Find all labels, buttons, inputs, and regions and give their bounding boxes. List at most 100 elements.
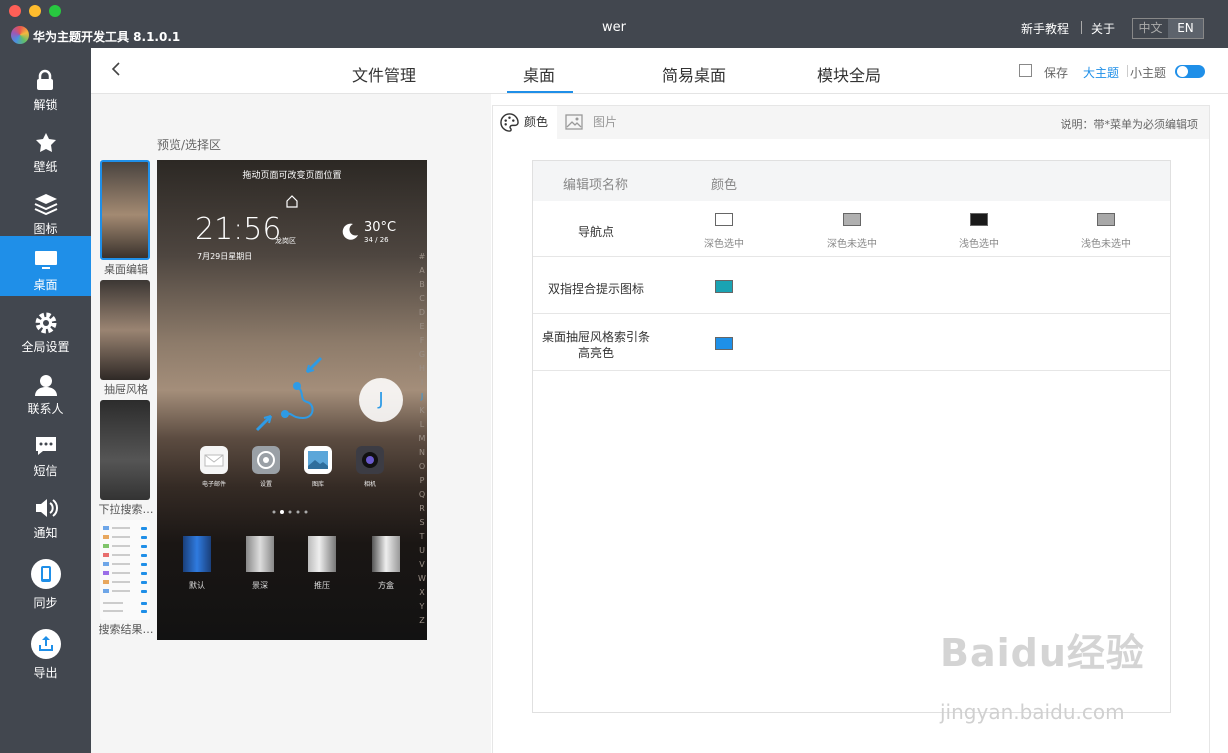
tab-image[interactable]: 图片 bbox=[560, 106, 630, 139]
alphabet-letter[interactable]: V bbox=[418, 558, 426, 572]
transition-default-option[interactable] bbox=[183, 536, 211, 572]
wallpaper-icon bbox=[36, 133, 56, 152]
alphabet-letter[interactable]: D bbox=[418, 306, 426, 320]
alphabet-letter[interactable]: C bbox=[418, 292, 426, 306]
swatch-label: 浅色未选中 bbox=[1081, 239, 1131, 250]
title-bar: 华为主题开发工具 8.1.0.1 wer 新手教程 关于 中文 EN bbox=[0, 0, 1228, 48]
pinch-gesture-icon bbox=[255, 356, 323, 432]
alphabet-letter[interactable]: R bbox=[418, 502, 426, 516]
color-swatch[interactable] bbox=[715, 337, 733, 350]
save-icon[interactable] bbox=[1019, 64, 1032, 77]
thumbnail-drawer-style[interactable] bbox=[100, 280, 150, 380]
sidebar-item-label: 导出 bbox=[33, 666, 58, 680]
thumbnail-search-results[interactable] bbox=[100, 520, 150, 620]
transition-depth-option[interactable] bbox=[246, 536, 274, 572]
alphabet-letter[interactable]: M bbox=[418, 432, 426, 446]
settings-app-icon[interactable] bbox=[252, 446, 280, 474]
app-label: 电子邮件 bbox=[201, 481, 226, 488]
sidebar-item-desktop[interactable]: 桌面 bbox=[0, 236, 91, 296]
clock-location: 龙岗区 bbox=[275, 237, 296, 245]
sidebar-item-global-settings[interactable]: 全局设置 bbox=[0, 298, 91, 358]
color-swatch[interactable] bbox=[970, 213, 988, 226]
alphabet-letter[interactable]: Q bbox=[418, 488, 426, 502]
tab-file-management[interactable]: 文件管理 bbox=[352, 62, 416, 86]
lang-cn-button[interactable]: 中文 bbox=[1133, 19, 1168, 38]
required-items-note: 说明：带*菜单为必须编辑项 bbox=[1060, 118, 1199, 131]
weather-range: 34 / 26 bbox=[364, 236, 389, 244]
alphabet-letter[interactable]: Z bbox=[418, 614, 426, 628]
alphabet-letter[interactable]: K bbox=[418, 404, 426, 418]
sidebar-item-label: 通知 bbox=[33, 526, 58, 540]
tab-simple-desktop[interactable]: 简易桌面 bbox=[662, 62, 726, 86]
alphabet-letter[interactable]: F bbox=[418, 334, 426, 348]
home-icon bbox=[286, 195, 298, 208]
save-button[interactable]: 保存 bbox=[1044, 64, 1068, 81]
chat-icon bbox=[36, 437, 56, 455]
sidebar-item-wallpaper[interactable]: 壁纸 bbox=[0, 118, 91, 178]
alphabet-index-bar[interactable]: # A B C D E F G H I J K L M N O P Q R S T U V W X Y Z bbox=[418, 250, 426, 628]
alphabet-letter[interactable]: T bbox=[418, 530, 426, 544]
sidebar-item-contacts[interactable]: 联系人 bbox=[0, 360, 91, 420]
sidebar-item-messages[interactable]: 短信 bbox=[0, 422, 91, 482]
back-button[interactable] bbox=[110, 61, 122, 82]
tab-desktop[interactable]: 桌面 bbox=[523, 62, 555, 86]
phone-preview[interactable]: 拖动页面可改变页面位置 21:56 龙岗区 7月29日星期日 30°C 34 /… bbox=[157, 160, 427, 640]
upload-icon bbox=[31, 629, 61, 659]
alphabet-letter[interactable]: Y bbox=[418, 600, 426, 614]
small-theme-option[interactable]: 小主题 bbox=[1130, 64, 1166, 81]
alphabet-letter[interactable]: J bbox=[418, 390, 426, 404]
active-tab-indicator bbox=[507, 91, 573, 93]
tab-color[interactable]: 颜色 bbox=[493, 106, 557, 139]
big-theme-option[interactable]: 大主题 bbox=[1083, 64, 1119, 81]
color-swatch[interactable] bbox=[715, 280, 733, 293]
alphabet-letter[interactable]: B bbox=[418, 278, 426, 292]
camera-app-icon[interactable] bbox=[356, 446, 384, 474]
alphabet-letter[interactable]: U bbox=[418, 544, 426, 558]
gallery-app-icon[interactable] bbox=[304, 446, 332, 474]
tab-color-label: 颜色 bbox=[524, 115, 549, 129]
alphabet-letter[interactable]: L bbox=[418, 418, 426, 432]
search-results-thumbnail-graphic bbox=[103, 526, 147, 613]
about-link[interactable]: 关于 bbox=[1091, 20, 1115, 37]
alphabet-letter[interactable]: # bbox=[418, 250, 426, 264]
sidebar-item-unlock[interactable]: 解锁 bbox=[0, 56, 91, 116]
divider bbox=[1127, 65, 1128, 77]
alphabet-letter[interactable]: E bbox=[418, 320, 426, 334]
color-swatch[interactable] bbox=[715, 213, 733, 226]
minimize-window-button[interactable] bbox=[29, 5, 41, 17]
alphabet-letter[interactable]: H bbox=[418, 362, 426, 376]
theme-toggle[interactable] bbox=[1175, 65, 1205, 78]
sidebar-item-sync[interactable]: 同步 bbox=[0, 554, 91, 614]
tab-module-global[interactable]: 模块全局 bbox=[817, 62, 881, 86]
color-swatch[interactable] bbox=[843, 213, 861, 226]
thumbnail-desktop-edit[interactable] bbox=[100, 160, 150, 260]
transition-cube-option[interactable] bbox=[372, 536, 400, 572]
color-swatch[interactable] bbox=[1097, 213, 1115, 226]
tutorial-link[interactable]: 新手教程 bbox=[1021, 20, 1069, 37]
transition-label: 景深 bbox=[252, 581, 268, 590]
maximize-window-button[interactable] bbox=[49, 5, 61, 17]
app-label: 设置 bbox=[259, 481, 272, 488]
thumbnail-pulldown-search[interactable] bbox=[100, 400, 150, 500]
sidebar-item-icons[interactable]: 图标 bbox=[0, 180, 91, 240]
alphabet-letter[interactable]: G bbox=[418, 348, 426, 362]
alphabet-letter[interactable]: O bbox=[418, 460, 426, 474]
alphabet-letter[interactable]: I bbox=[418, 376, 426, 390]
app-window: 华为主题开发工具 8.1.0.1 wer 新手教程 关于 中文 EN 解锁 壁纸… bbox=[0, 0, 1228, 753]
alphabet-letter[interactable]: P bbox=[418, 474, 426, 488]
page-indicator-dots bbox=[272, 510, 308, 514]
alphabet-letter[interactable]: X bbox=[418, 586, 426, 600]
close-window-button[interactable] bbox=[9, 5, 21, 17]
sidebar-item-notifications[interactable]: 通知 bbox=[0, 484, 91, 544]
alphabet-letter[interactable]: A bbox=[418, 264, 426, 278]
alphabet-letter[interactable]: N bbox=[418, 446, 426, 460]
transition-push-option[interactable] bbox=[308, 536, 336, 572]
palette-icon bbox=[500, 113, 519, 132]
email-app-icon[interactable] bbox=[200, 446, 228, 474]
sidebar-item-export[interactable]: 导出 bbox=[0, 624, 91, 684]
lang-en-button[interactable]: EN bbox=[1168, 19, 1203, 38]
weather-temp: 30°C bbox=[364, 220, 397, 235]
app-label: 相机 bbox=[363, 481, 376, 488]
alphabet-letter[interactable]: S bbox=[418, 516, 426, 530]
alphabet-letter[interactable]: W bbox=[418, 572, 426, 586]
